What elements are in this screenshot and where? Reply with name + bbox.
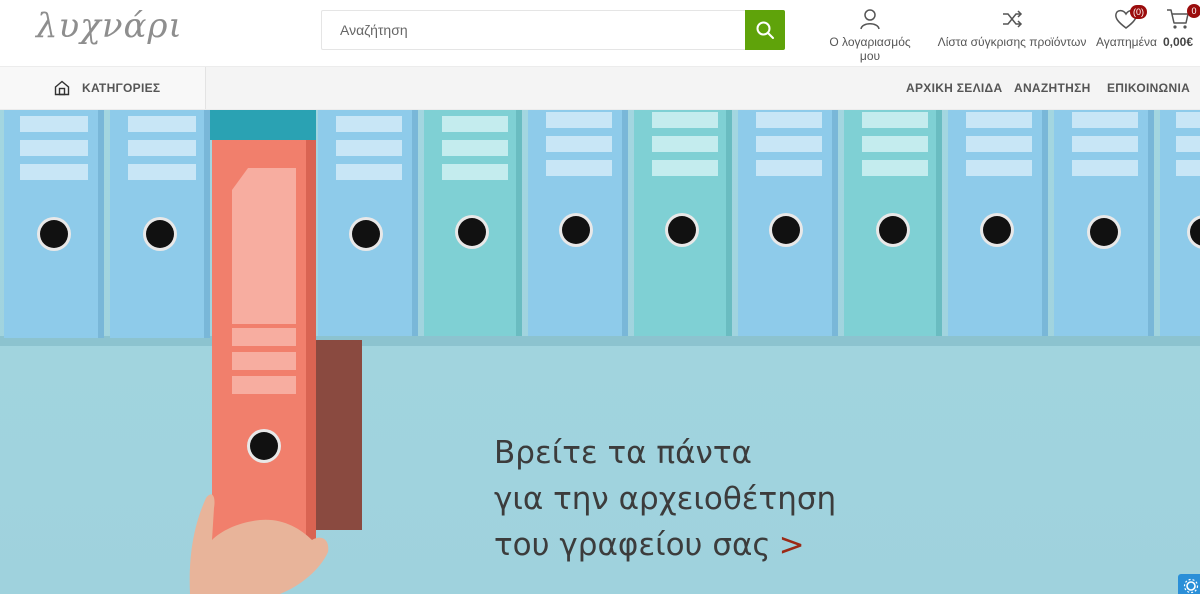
search-icon: [756, 21, 774, 39]
account-label: Ο λογαριασμός μου: [829, 35, 911, 63]
search-box: [321, 10, 785, 50]
site-header: λυχνάρι Ο λογαριασμός μου Λίστα σύγκριση…: [0, 0, 1200, 66]
compare-label: Λίστα σύγκρισης προϊόντων: [937, 35, 1087, 49]
wishlist-link[interactable]: Αγαπημένα: [1096, 8, 1157, 49]
nav-home[interactable]: ΑΡΧΙΚΗ ΣΕΛΙΔΑ: [906, 67, 1002, 109]
cart-count-badge: 0: [1187, 4, 1200, 18]
gear-icon: [1183, 578, 1199, 594]
binder: [948, 110, 1048, 336]
main-nav: ΚΑΤΗΓΟΡΙΕΣ ΑΡΧΙΚΗ ΣΕΛΙΔΑ ΑΝΑΖΗΤΗΣΗ ΕΠΙΚΟ…: [0, 66, 1200, 110]
cart-total: 0,00€: [1162, 35, 1194, 49]
nav-contact[interactable]: ΕΠΙΚΟΙΝΩΝΙΑ: [1107, 67, 1190, 109]
categories-button[interactable]: ΚΑΤΗΓΟΡΙΕΣ: [0, 67, 206, 109]
binder: [110, 110, 210, 338]
binder: [318, 110, 418, 336]
wishlist-count-badge: (0): [1130, 5, 1147, 19]
hero-headline[interactable]: Βρείτε τα πάντα για την αρχειοθέτηση του…: [494, 430, 836, 568]
compare-link[interactable]: Λίστα σύγκρισης προϊόντων: [934, 8, 1090, 49]
binder: [4, 110, 104, 338]
nav-search[interactable]: ΑΝΑΖΗΤΗΣΗ: [1014, 67, 1091, 109]
site-logo[interactable]: λυχνάρι: [36, 6, 183, 46]
search-button[interactable]: [745, 10, 785, 50]
search-input[interactable]: [322, 11, 746, 49]
binder: [844, 110, 942, 336]
binder: [528, 110, 628, 336]
binder: [1054, 110, 1154, 336]
user-icon: [860, 9, 880, 30]
hero-arrow-icon[interactable]: >: [779, 527, 805, 563]
account-link[interactable]: Ο λογαριασμός μου: [818, 8, 922, 63]
settings-tab[interactable]: [1178, 574, 1200, 594]
hero-banner[interactable]: Βρείτε τα πάντα για την αρχειοθέτηση του…: [0, 110, 1200, 594]
shuffle-icon: [1003, 10, 1023, 28]
hero-line-2: για την αρχειοθέτηση: [494, 481, 837, 517]
binder: [1160, 110, 1200, 336]
hero-line-1: Βρείτε τα πάντα: [494, 435, 752, 471]
store-icon: [54, 80, 70, 96]
binder: [738, 110, 838, 336]
categories-label: ΚΑΤΗΓΟΡΙΕΣ: [82, 81, 161, 95]
binder: [634, 110, 732, 336]
hero-line-3: του γραφείου σας: [494, 527, 771, 563]
hero-line-3-wrap: του γραφείου σας >: [494, 522, 836, 568]
binder: [424, 110, 522, 336]
wishlist-label: Αγαπημένα: [1096, 35, 1157, 49]
orange-binder: [212, 140, 316, 552]
